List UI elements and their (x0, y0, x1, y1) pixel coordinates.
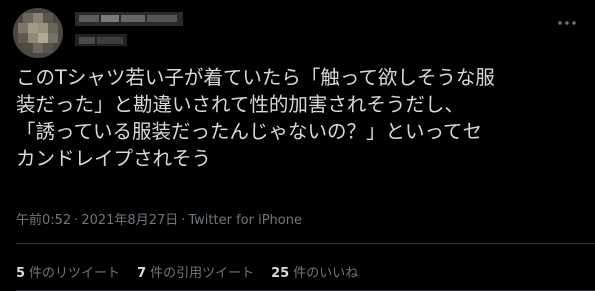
tweet-text-line: カンドレイプされそう (16, 147, 212, 170)
tweet-text-line: このTシャツ若い子が着ていたら「触って欲しそうな服 (16, 66, 495, 89)
quotes-stat[interactable]: 7 件の引用ツイート (137, 262, 254, 281)
tweet-source[interactable]: Twitter for iPhone (188, 213, 302, 228)
quotes-label: 件の引用ツイート (150, 266, 255, 281)
quotes-count: 7 (137, 266, 147, 281)
tweet-card: このTシャツ若い子が着ていたら「触って欲しそうな服 装だった」と勘違いされて性的… (0, 0, 595, 291)
likes-count: 25 (271, 266, 290, 281)
tweet-text-line: 装だった」と勘違いされて性的加害されそうだし、 (16, 93, 464, 116)
retweets-label: 件のリツイート (29, 266, 121, 281)
divider (16, 243, 595, 244)
blurred-user-name[interactable] (75, 12, 185, 52)
retweets-stat[interactable]: 5 件のリツイート (16, 262, 120, 281)
likes-stat[interactable]: 25 件のいいね (271, 262, 358, 281)
tweet-text: このTシャツ若い子が着ていたら「触って欲しそうな服 装だった」と勘違いされて性的… (16, 64, 586, 172)
tweet-date[interactable]: 2021年8月27日 (81, 213, 178, 228)
tweet-stats: 5 件のリツイート 7 件の引用ツイート 25 件のいいね (16, 262, 375, 281)
avatar[interactable] (13, 8, 63, 58)
likes-label: 件のいいね (293, 266, 359, 281)
tweet-time[interactable]: 午前0:52 (16, 213, 71, 228)
separator: · (74, 213, 79, 228)
tweet-metadata: 午前0:52 · 2021年8月27日 · Twitter for iPhone (16, 209, 302, 228)
more-options-icon[interactable] (555, 14, 579, 32)
retweets-count: 5 (16, 266, 26, 281)
tweet-text-line: 「誘っている服装だったんじゃないの？」といってセ (16, 120, 483, 143)
separator: · (181, 213, 186, 228)
